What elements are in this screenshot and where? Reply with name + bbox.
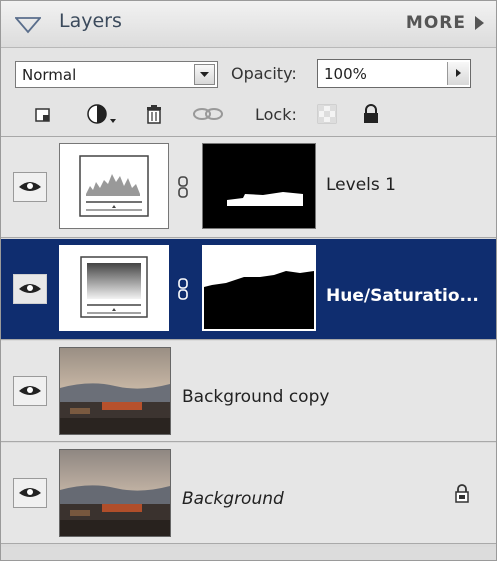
- lock-icon: [455, 484, 469, 503]
- mask-link-icon[interactable]: [175, 175, 191, 199]
- hue-saturation-adjustment-thumbnail[interactable]: [59, 245, 169, 331]
- new-layer-icon[interactable]: [31, 103, 55, 125]
- opacity-field[interactable]: 100%: [317, 59, 471, 88]
- cityscape-photo: [60, 450, 170, 536]
- eye-icon: [19, 386, 41, 395]
- layer-name: Levels 1: [326, 175, 396, 195]
- layer-image-thumbnail[interactable]: [59, 347, 171, 435]
- layer-row-levels[interactable]: Levels 1: [1, 137, 496, 238]
- layer-mask-thumbnail[interactable]: [202, 245, 316, 331]
- eye-icon: [19, 488, 41, 497]
- opacity-label: Opacity:: [231, 64, 297, 83]
- adjustment-layer-icon[interactable]: [86, 103, 120, 125]
- layer-row-background[interactable]: Background: [1, 443, 496, 544]
- layer-name: Background copy: [182, 387, 330, 407]
- layer-row-background-copy[interactable]: Background copy: [1, 341, 496, 442]
- blend-mode-select[interactable]: Normal: [15, 61, 218, 88]
- layer-row-hue-saturation[interactable]: Hue/Saturatio...: [1, 239, 496, 340]
- chevron-right-icon: [456, 69, 461, 77]
- link-icon[interactable]: [191, 103, 225, 125]
- opacity-slider-button[interactable]: [447, 62, 469, 85]
- opacity-value: 100%: [324, 65, 367, 83]
- layer-mask-thumbnail[interactable]: [202, 143, 316, 229]
- levels-adjustment-thumbnail[interactable]: [59, 143, 169, 229]
- layer-image-thumbnail[interactable]: [59, 449, 171, 537]
- dropdown-button[interactable]: [194, 64, 215, 85]
- layer-name: Background: [182, 489, 284, 509]
- trash-icon[interactable]: [142, 103, 166, 125]
- mask-image: [227, 192, 303, 206]
- lock-label: Lock:: [255, 105, 297, 124]
- visibility-toggle[interactable]: [13, 172, 47, 202]
- lock-all-icon[interactable]: [359, 103, 383, 125]
- layer-options-bar: Normal Opacity: 100% Lock:: [1, 48, 496, 137]
- collapse-triangle-icon[interactable]: [15, 16, 41, 34]
- layers-panel: Layers MORE Normal Opacity: 100% Lock: L…: [0, 0, 497, 561]
- panel-title: Layers: [59, 10, 122, 32]
- visibility-toggle[interactable]: [13, 274, 47, 304]
- visibility-toggle[interactable]: [13, 376, 47, 406]
- hue-saturation-gradient-icon: [80, 256, 148, 318]
- lock-transparent-icon[interactable]: [316, 103, 340, 125]
- mask-link-icon[interactable]: [175, 277, 191, 301]
- chevron-down-icon: [200, 72, 209, 77]
- cityscape-photo: [60, 348, 170, 434]
- levels-histogram-icon: [79, 155, 149, 217]
- eye-icon: [19, 182, 41, 191]
- layer-name: Hue/Saturatio...: [326, 286, 479, 306]
- visibility-toggle[interactable]: [13, 478, 47, 508]
- more-button[interactable]: MORE: [406, 13, 466, 33]
- chevron-right-icon[interactable]: [475, 16, 484, 30]
- mask-image: [204, 247, 314, 287]
- blend-mode-value: Normal: [22, 66, 77, 84]
- eye-icon: [19, 284, 41, 293]
- panel-header: Layers MORE: [1, 1, 496, 48]
- panel-footer: [1, 547, 496, 560]
